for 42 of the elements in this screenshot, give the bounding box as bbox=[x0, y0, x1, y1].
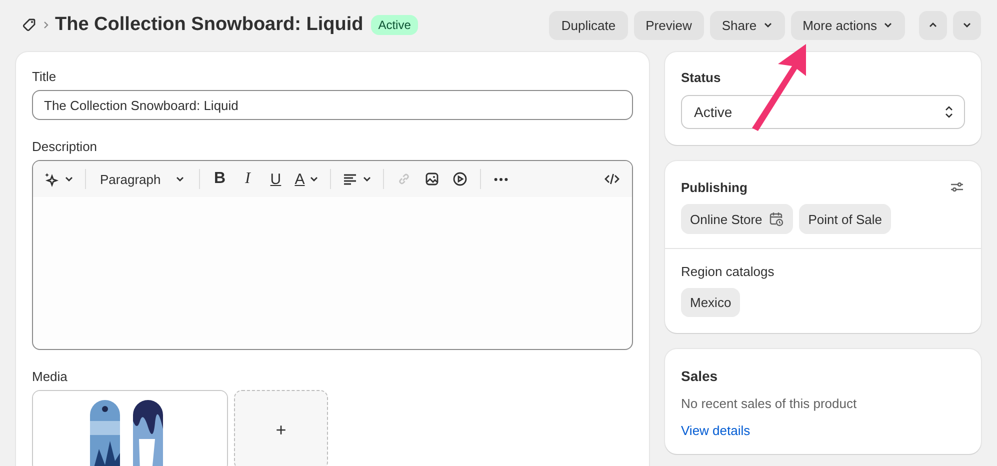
preview-button[interactable]: Preview bbox=[634, 10, 704, 40]
calendar-clock-icon bbox=[768, 211, 784, 227]
caret-icon bbox=[64, 174, 74, 184]
chevron-icon bbox=[42, 20, 50, 30]
play-circle-icon bbox=[452, 171, 468, 187]
sparkle-icon bbox=[44, 171, 60, 187]
channel-tag: Online Store bbox=[681, 204, 794, 234]
field-label: Title bbox=[32, 69, 58, 84]
title-field[interactable]: The Collection Snowboard: Liquid bbox=[32, 90, 633, 120]
bold-button[interactable]: B bbox=[206, 165, 234, 193]
status-select[interactable]: Active bbox=[681, 95, 965, 129]
caret-icon bbox=[174, 174, 185, 184]
empty-message: No recent sales of this product bbox=[681, 396, 858, 411]
view-details-link[interactable]: View details bbox=[681, 423, 750, 438]
card-title: Publishing bbox=[681, 180, 748, 194]
image-icon bbox=[424, 171, 440, 187]
card-title: Status bbox=[681, 70, 722, 85]
code-icon bbox=[604, 171, 620, 187]
underline-button[interactable]: U bbox=[262, 165, 290, 193]
caret-icon bbox=[308, 174, 319, 184]
chevron-down-icon bbox=[962, 20, 972, 30]
menu-button[interactable]: More actions bbox=[790, 10, 905, 40]
field-label: Media bbox=[32, 369, 68, 384]
caret-icon bbox=[883, 20, 893, 30]
text-color-button[interactable]: A bbox=[290, 165, 324, 193]
tag-icon[interactable] bbox=[21, 17, 37, 33]
italic-button[interactable]: I bbox=[234, 165, 262, 193]
page-title: The Collection Snowboard: Liquid bbox=[55, 14, 364, 36]
duplicate-button[interactable]: Duplicate bbox=[549, 10, 628, 40]
paragraph-dropdown[interactable]: Paragraph bbox=[92, 165, 193, 193]
select-arrows-icon bbox=[944, 105, 954, 119]
field-label: Description bbox=[32, 139, 98, 154]
add-media-button[interactable]: + bbox=[234, 390, 328, 466]
menu-button[interactable]: Share bbox=[710, 10, 785, 40]
status-badge: Active bbox=[371, 15, 418, 35]
caret-icon bbox=[762, 20, 773, 30]
channel-tag: Point of Sale bbox=[799, 204, 891, 234]
more-icon bbox=[494, 178, 508, 180]
region-tag: Mexico bbox=[681, 288, 740, 317]
section-title: Region catalogs bbox=[681, 264, 776, 279]
caret-icon bbox=[362, 174, 372, 184]
card-title: Sales bbox=[681, 368, 719, 384]
